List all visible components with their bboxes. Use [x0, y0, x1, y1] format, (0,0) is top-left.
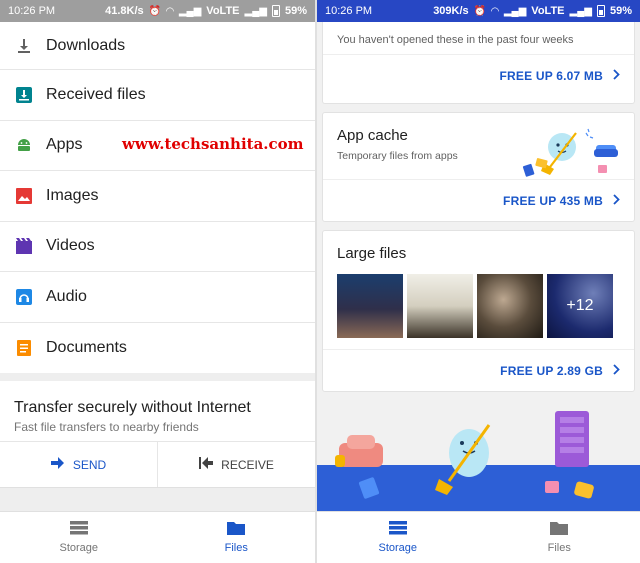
bottom-navigation: Storage Files [317, 511, 640, 563]
battery-icon [271, 5, 280, 17]
download-icon [16, 38, 32, 54]
files-screen: 10:26 PM 41.8K/s ⏰ ◠ ▂▄▆ VoLTE ▂▄▆ 59% D… [0, 0, 315, 563]
send-icon [50, 457, 65, 472]
free-up-label: FREE UP 2.89 GB [500, 363, 603, 378]
folder-icon [550, 521, 569, 538]
receive-label: RECEIVE [221, 457, 274, 472]
watermark-text: www.techsanhita.com [122, 135, 304, 153]
chevron-right-icon [613, 363, 620, 378]
storage-screen: 10:26 PM 309K/s ⏰ ◠ ▂▄▆ VoLTE ▂▄▆ 59% Yo… [317, 0, 640, 563]
file-thumbnail[interactable] [407, 274, 473, 338]
category-received-files[interactable]: Received files [0, 70, 315, 121]
signal-icon: ▂▄▆ [503, 5, 527, 17]
large-files-thumbnails: +12 [323, 262, 634, 338]
category-label: Downloads [46, 36, 126, 54]
category-videos[interactable]: Videos [0, 222, 315, 272]
bottom-navigation: Storage Files [0, 511, 315, 563]
category-downloads[interactable]: Downloads [0, 22, 315, 70]
nav-files-label: Files [224, 542, 248, 554]
unused-files-card: You haven't opened these in the past fou… [322, 22, 635, 104]
cleaning-illustration [522, 128, 618, 177]
large-files-title: Large files [337, 245, 407, 262]
free-up-large-files-button[interactable]: FREE UP 2.89 GB [323, 349, 634, 391]
category-list: Downloads Received files Apps Images Vid… [0, 22, 315, 373]
alarm-icon: ⏰ [148, 5, 162, 17]
transfer-card: Transfer securely without Internet Fast … [0, 381, 315, 488]
storage-illustration [317, 411, 640, 511]
nav-files[interactable]: Files [158, 512, 316, 563]
signal-icon: ▂▄▆ [244, 5, 267, 17]
free-up-unused-button[interactable]: FREE UP 6.07 MB [323, 54, 634, 96]
category-images[interactable]: Images [0, 171, 315, 222]
wifi-icon: ◠ [491, 5, 499, 17]
section-divider [0, 488, 315, 512]
battery-level: 59% [284, 5, 307, 17]
free-up-label: FREE UP 6.07 MB [499, 68, 603, 83]
section-divider [0, 373, 315, 381]
category-documents[interactable]: Documents [0, 323, 315, 374]
unused-files-description: You haven't opened these in the past fou… [337, 34, 574, 46]
file-thumbnail[interactable] [477, 274, 543, 338]
network-type: VoLTE [206, 5, 240, 17]
file-thumbnail[interactable] [337, 274, 403, 338]
android-icon [16, 137, 32, 153]
category-label: Apps [46, 136, 83, 154]
battery-level: 59% [609, 5, 632, 17]
status-bar: 10:26 PM 41.8K/s ⏰ ◠ ▂▄▆ VoLTE ▂▄▆ 59% [0, 0, 315, 22]
battery-icon [596, 5, 605, 17]
signal-icon: ▂▄▆ [178, 5, 202, 17]
chevron-right-icon [613, 193, 620, 208]
nav-storage[interactable]: Storage [0, 512, 158, 563]
more-files-count: +12 [566, 297, 594, 314]
document-icon [16, 339, 32, 356]
send-button[interactable]: SEND [0, 442, 157, 487]
receive-button[interactable]: RECEIVE [157, 442, 315, 487]
storage-icon [69, 521, 88, 538]
large-files-card: Large files +12 FREE UP 2.89 GB [322, 230, 635, 392]
nav-storage[interactable]: Storage [317, 512, 479, 563]
status-time: 10:26 PM [325, 5, 373, 17]
nav-storage-label: Storage [59, 542, 99, 554]
transfer-title: Transfer securely without Internet [14, 399, 251, 416]
category-label: Audio [46, 287, 87, 305]
app-cache-card: App cache Temporary files from apps FREE… [322, 112, 635, 222]
folder-icon [227, 521, 246, 538]
category-label: Videos [46, 237, 95, 255]
free-up-label: FREE UP 435 MB [503, 193, 603, 208]
wifi-icon: ◠ [166, 5, 174, 17]
image-icon [16, 187, 32, 204]
transfer-subtitle: Fast file transfers to nearby friends [14, 420, 199, 434]
category-label: Documents [46, 338, 127, 356]
receive-icon [199, 457, 214, 472]
received-files-icon [16, 86, 32, 103]
network-speed: 309K/s [433, 5, 469, 17]
headphones-icon [16, 288, 32, 305]
alarm-icon: ⏰ [473, 5, 487, 17]
storage-icon [388, 521, 407, 538]
status-time: 10:26 PM [8, 5, 56, 17]
free-up-cache-button[interactable]: FREE UP 435 MB [323, 179, 634, 221]
nav-files[interactable]: Files [479, 512, 640, 563]
category-label: Images [46, 186, 99, 204]
chevron-right-icon [613, 68, 620, 83]
category-audio[interactable]: Audio [0, 272, 315, 323]
nav-storage-label: Storage [378, 542, 418, 554]
more-files-thumbnail[interactable]: +12 [547, 274, 613, 338]
send-label: SEND [72, 457, 107, 472]
network-speed: 41.8K/s [105, 5, 144, 17]
category-label: Received files [46, 85, 146, 103]
status-bar: 10:26 PM 309K/s ⏰ ◠ ▂▄▆ VoLTE ▂▄▆ 59% [317, 0, 640, 22]
video-icon [16, 238, 32, 255]
nav-files-label: Files [547, 542, 571, 554]
signal-icon: ▂▄▆ [569, 5, 592, 17]
network-type: VoLTE [531, 5, 565, 17]
